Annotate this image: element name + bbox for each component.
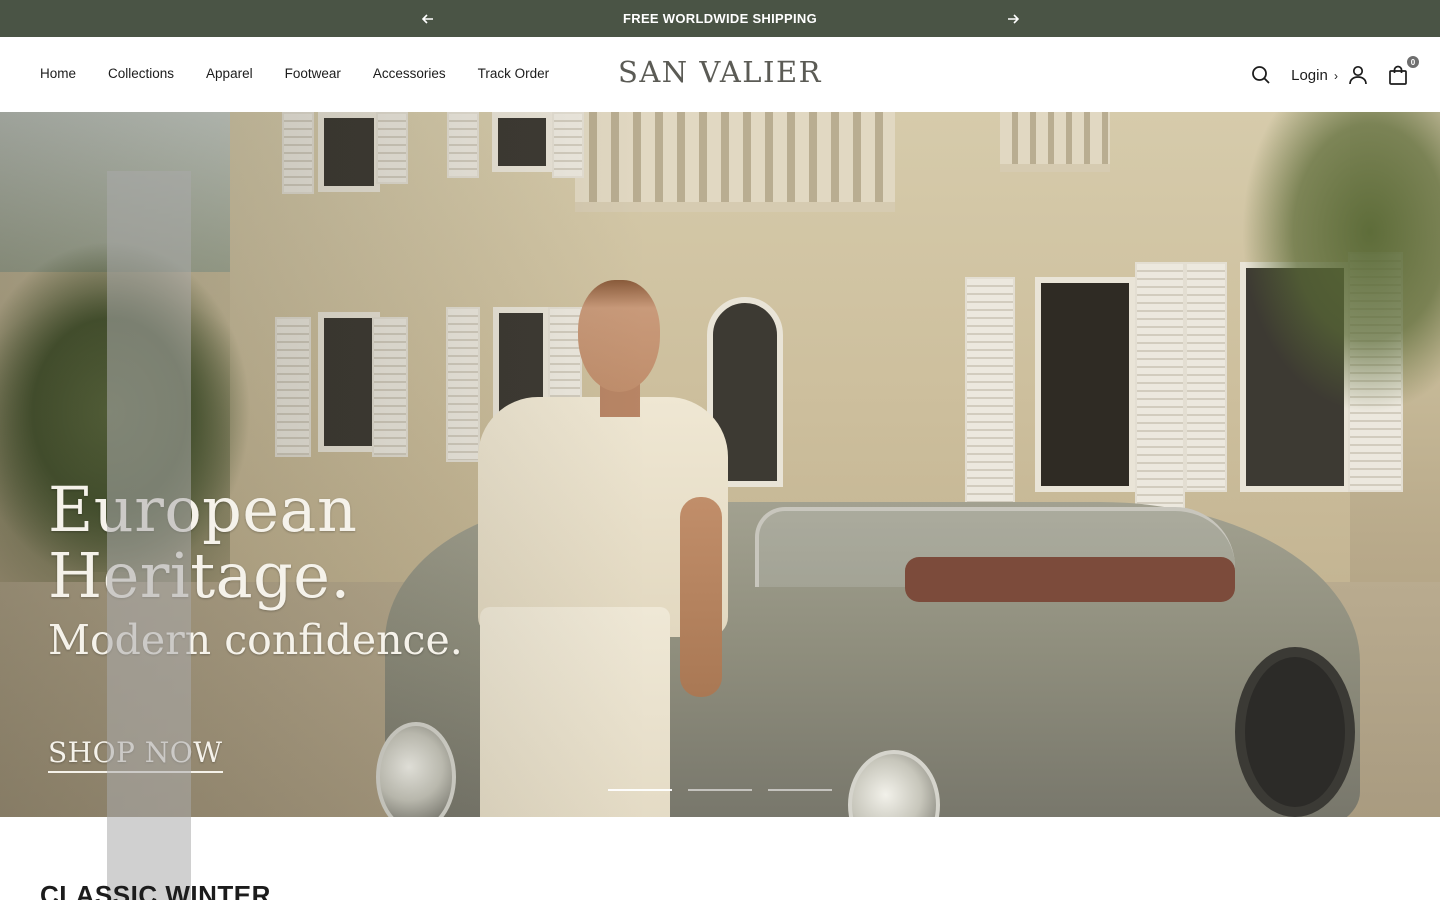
login-link[interactable]: Login ›	[1291, 67, 1338, 84]
nav-home[interactable]: Home	[40, 66, 76, 81]
account-button[interactable]	[1344, 61, 1372, 89]
announcement-bar: FREE WORLDWIDE SHIPPING	[0, 0, 1440, 37]
arrow-right-icon	[1008, 14, 1019, 24]
announcement-message: FREE WORLDWIDE SHIPPING	[623, 11, 817, 26]
main-nav: Home Collections Apparel Footwear Access…	[40, 66, 581, 81]
site-logo[interactable]: SAN VALIER	[560, 55, 880, 89]
nav-footwear[interactable]: Footwear	[285, 66, 341, 81]
nav-track-order[interactable]: Track Order	[478, 66, 550, 81]
search-icon	[1252, 66, 1270, 84]
cart-button[interactable]: 0	[1384, 55, 1420, 89]
login-label: Login	[1291, 66, 1328, 84]
nav-accessories[interactable]: Accessories	[373, 66, 446, 81]
header-tools: Login › 0	[1247, 55, 1420, 91]
site-header: Home Collections Apparel Footwear Access…	[0, 37, 1440, 112]
account-icon	[1349, 65, 1367, 85]
hero-banner[interactable]: European Heritage. Modern confidence. SH…	[0, 112, 1440, 817]
slide-dot-1[interactable]	[608, 789, 672, 791]
cart-count-badge: 0	[1406, 55, 1420, 69]
chevron-right-icon: ›	[1334, 68, 1338, 83]
announcement-next-button[interactable]	[1003, 9, 1023, 29]
slide-dot-2[interactable]	[688, 789, 752, 791]
overlay-panel	[107, 171, 191, 900]
section-title: CLASSIC WINTER	[40, 880, 271, 900]
slide-dot-3[interactable]	[768, 789, 832, 791]
cart-icon	[1389, 65, 1407, 85]
slider-pagination	[608, 789, 832, 791]
nav-collections[interactable]: Collections	[108, 66, 174, 81]
nav-apparel[interactable]: Apparel	[206, 66, 253, 81]
search-button[interactable]	[1247, 61, 1275, 89]
